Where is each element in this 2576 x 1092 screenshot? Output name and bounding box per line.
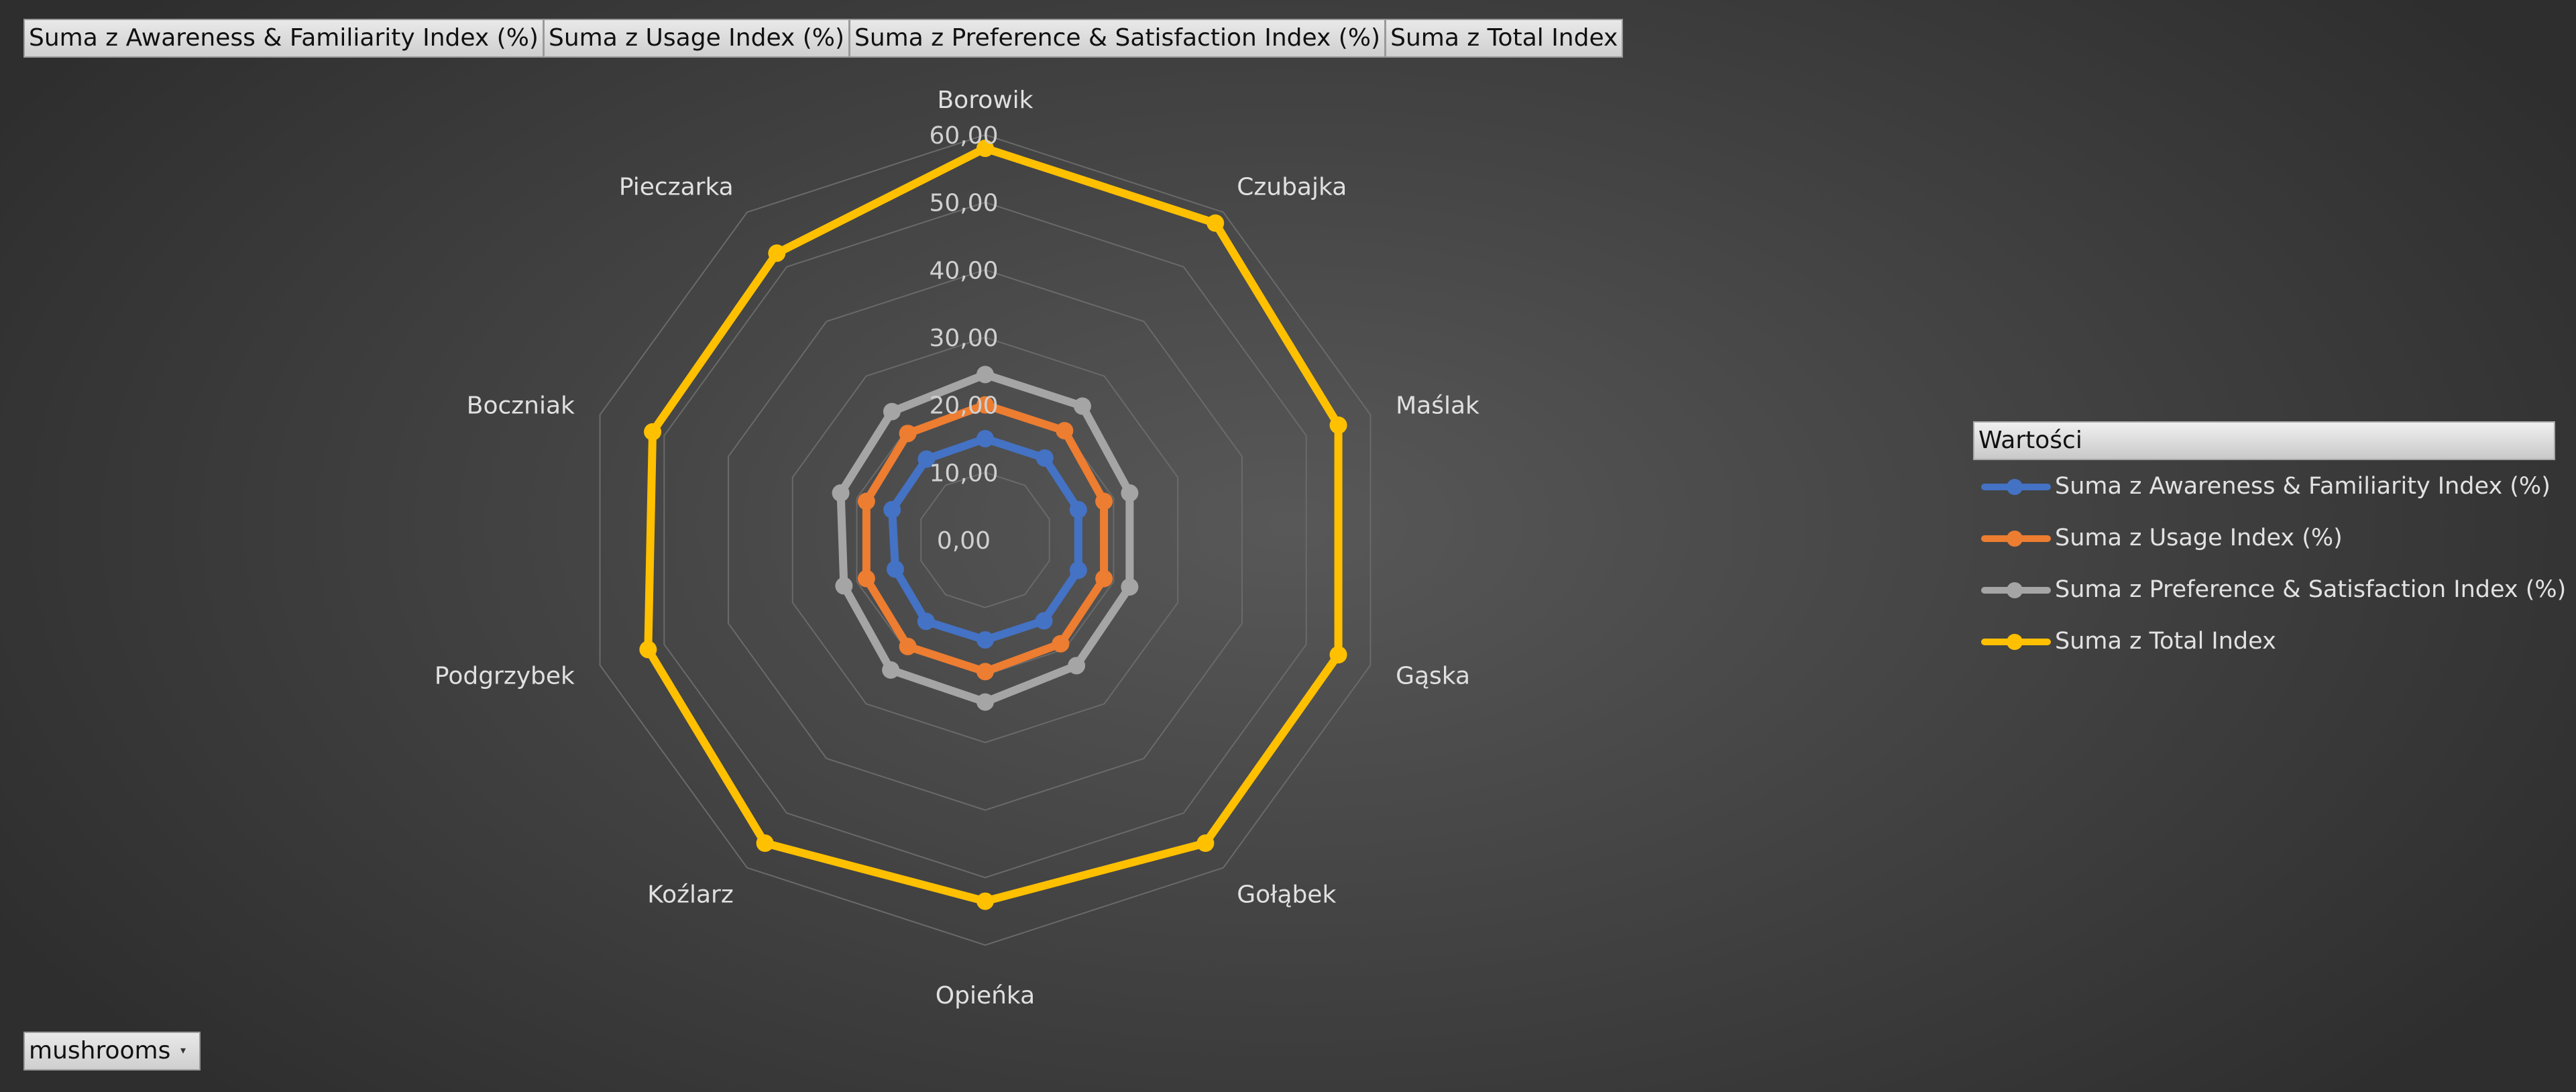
legend-marker-total bbox=[1981, 628, 2051, 655]
tick-label: 20,00 bbox=[929, 392, 998, 420]
category-label: Boczniak bbox=[467, 392, 575, 420]
category-label: Borowik bbox=[937, 87, 1033, 114]
radar-series bbox=[639, 140, 1347, 910]
category-label: Czubajka bbox=[1237, 174, 1347, 201]
data-point[interactable] bbox=[1121, 578, 1139, 596]
dropdown-arrow-icon[interactable]: ▾ bbox=[180, 1033, 186, 1069]
category-label: Opieńka bbox=[936, 982, 1035, 1009]
tick-label: 60,00 bbox=[929, 122, 998, 150]
chart-legend: Wartości Suma z Awareness & Familiarity … bbox=[1973, 421, 2566, 667]
data-point[interactable] bbox=[976, 892, 994, 910]
data-point[interactable] bbox=[835, 577, 853, 595]
data-point[interactable] bbox=[857, 569, 875, 588]
legend-label: Suma z Awareness & Familiarity Index (%) bbox=[2055, 472, 2551, 500]
data-point[interactable] bbox=[1329, 416, 1347, 434]
data-point[interactable] bbox=[1095, 492, 1113, 510]
data-point[interactable] bbox=[899, 637, 917, 655]
data-point[interactable] bbox=[756, 834, 774, 852]
data-point[interactable] bbox=[1196, 834, 1215, 852]
legend-label: Suma z Preference & Satisfaction Index (… bbox=[2055, 576, 2567, 603]
tick-label: 10,00 bbox=[929, 459, 998, 487]
data-point[interactable] bbox=[976, 693, 994, 711]
data-point[interactable] bbox=[832, 484, 850, 502]
data-point[interactable] bbox=[976, 631, 994, 649]
category-label: Pieczarka bbox=[619, 174, 734, 201]
data-point[interactable] bbox=[1069, 500, 1087, 518]
data-point[interactable] bbox=[1207, 214, 1225, 232]
legend-label: Suma z Total Index bbox=[2055, 627, 2276, 655]
category-label: Gąska bbox=[1396, 662, 1470, 690]
legend-marker-awareness bbox=[1981, 473, 2051, 500]
tick-label: 0,00 bbox=[937, 527, 991, 555]
data-point[interactable] bbox=[639, 641, 657, 659]
data-point[interactable] bbox=[882, 661, 900, 679]
legend-item-total[interactable]: Suma z Total Index bbox=[1973, 615, 2555, 667]
category-label: Maślak bbox=[1396, 392, 1479, 420]
data-point[interactable] bbox=[976, 663, 994, 681]
data-point[interactable] bbox=[1121, 484, 1139, 502]
data-point[interactable] bbox=[976, 430, 994, 447]
tick-label: 50,00 bbox=[929, 190, 998, 217]
filter-label: mushrooms bbox=[29, 1037, 171, 1064]
legend-marker-usage bbox=[1981, 525, 2051, 551]
data-point[interactable] bbox=[1052, 635, 1070, 653]
radar-tick-labels: 0,00 10,00 20,00 30,00 40,00 50,00 60,00 bbox=[929, 122, 998, 555]
data-point[interactable] bbox=[886, 560, 904, 578]
data-point[interactable] bbox=[976, 366, 994, 384]
category-label: Koźlarz bbox=[647, 881, 734, 908]
data-point[interactable] bbox=[1095, 569, 1113, 588]
legend-item-preference[interactable]: Suma z Preference & Satisfaction Index (… bbox=[1973, 563, 2566, 615]
data-point[interactable] bbox=[917, 612, 935, 631]
data-point[interactable] bbox=[1056, 422, 1074, 440]
category-label: Gołąbek bbox=[1237, 881, 1336, 908]
data-point[interactable] bbox=[768, 244, 786, 262]
data-point[interactable] bbox=[883, 500, 901, 518]
category-label: Podgrzybek bbox=[435, 662, 575, 690]
data-point[interactable] bbox=[1073, 397, 1091, 415]
tick-label: 30,00 bbox=[929, 325, 998, 352]
data-point[interactable] bbox=[644, 423, 662, 441]
legend-marker-preference bbox=[1981, 576, 2051, 603]
tick-label: 40,00 bbox=[929, 257, 998, 284]
legend-item-usage[interactable]: Suma z Usage Index (%) bbox=[1973, 512, 2555, 563]
report-filter-dropdown[interactable]: mushrooms ▾ bbox=[23, 1032, 201, 1071]
data-point[interactable] bbox=[1069, 561, 1087, 580]
data-point[interactable] bbox=[1035, 449, 1054, 467]
legend-label: Suma z Usage Index (%) bbox=[2055, 524, 2343, 551]
legend-item-awareness[interactable]: Suma z Awareness & Familiarity Index (%) bbox=[1973, 460, 2555, 512]
data-point[interactable] bbox=[1035, 612, 1053, 630]
data-point[interactable] bbox=[883, 402, 901, 421]
data-point[interactable] bbox=[1329, 646, 1347, 664]
data-point[interactable] bbox=[899, 425, 917, 443]
data-point[interactable] bbox=[857, 492, 875, 510]
legend-title[interactable]: Wartości bbox=[1973, 421, 2555, 460]
data-point[interactable] bbox=[1068, 657, 1086, 675]
